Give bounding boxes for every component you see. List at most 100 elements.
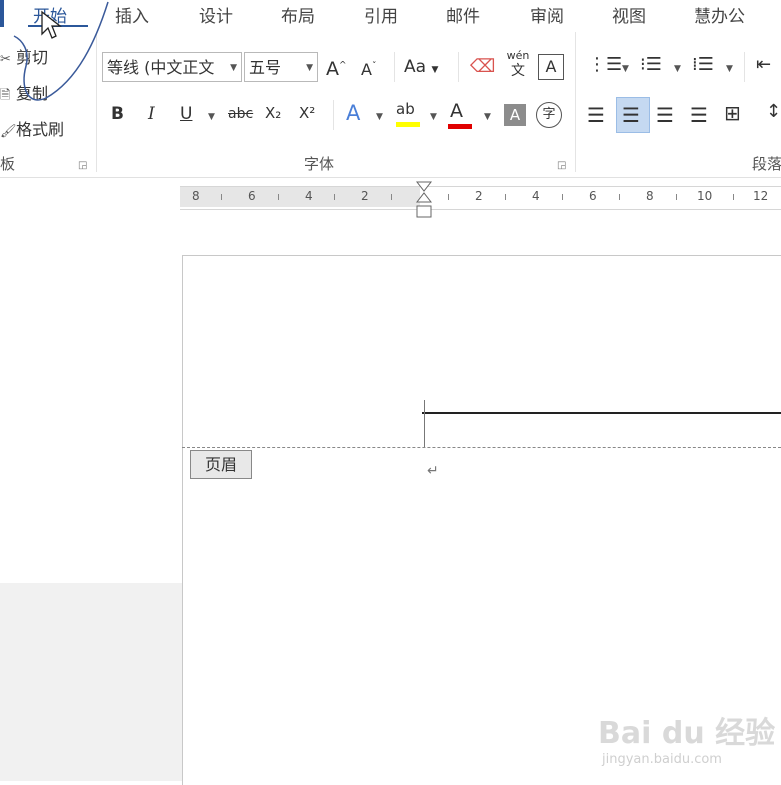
font-color-bar (448, 124, 472, 129)
numbering-button[interactable]: ⁝☰ (640, 54, 662, 75)
font-size-combo[interactable]: 五号 ▼ (244, 52, 318, 82)
chevron-down-icon[interactable]: ▼ (376, 112, 383, 122)
tab-mailings[interactable]: 邮件 (446, 2, 480, 27)
tab-review[interactable]: 审阅 (530, 2, 564, 27)
mouse-pointer-icon (41, 10, 62, 39)
ruler-tick (221, 194, 222, 200)
tab-references[interactable]: 引用 (364, 2, 398, 27)
clipboard-group-label: 板 (0, 155, 16, 173)
justify-icon: ☰ (690, 103, 708, 127)
group-separator (575, 32, 576, 172)
ruler-number: 10 (697, 189, 713, 203)
annotation-curve (13, 1, 109, 101)
change-case-icon: Aa (404, 57, 427, 77)
multilevel-list-button[interactable]: ⁞☰ (692, 54, 714, 75)
grow-font-button[interactable]: A^ (326, 58, 347, 80)
numbered-list-icon: ⁝☰ (640, 54, 662, 75)
highlighter-icon: ab (396, 100, 415, 118)
decrease-indent-button[interactable]: ⇤ (756, 54, 771, 75)
chevron-down-icon[interactable]: ▼ (430, 112, 437, 122)
text-effects-icon: A (346, 101, 361, 125)
font-group-label: 字体 (304, 155, 335, 173)
phonetic-top: wén (506, 49, 530, 62)
chevron-down-icon: ▼ (230, 63, 237, 73)
paragraph-mark: ↵ (427, 463, 439, 479)
header-bottom-border (422, 412, 781, 414)
grow-font-icon: A (326, 58, 339, 80)
ruler-tick (278, 194, 279, 200)
align-center-button[interactable]: ☰ (622, 103, 640, 127)
highlight-button[interactable]: ab (396, 100, 420, 127)
bullet-list-icon: ⋮☰ (588, 54, 623, 75)
chevron-down-icon[interactable]: ▼ (622, 64, 629, 74)
chevron-down-icon[interactable]: ▼ (484, 112, 491, 122)
bullets-button[interactable]: ⋮☰ (588, 54, 622, 75)
line-spacing-icon: ↕ (766, 101, 781, 122)
watermark-brand: Bai du 经验 (598, 716, 776, 751)
clipboard-launcher-icon[interactable]: ◲ (78, 160, 87, 171)
ruler-tick (505, 194, 506, 200)
superscript-button[interactable]: X² (299, 104, 315, 122)
indent-marker-icon[interactable] (414, 180, 434, 222)
line-spacing-button[interactable]: ↕ (766, 101, 781, 122)
align-left-button[interactable]: ☰ (587, 103, 605, 127)
ruler-number: 6 (248, 189, 256, 203)
font-launcher-icon[interactable]: ◲ (557, 160, 566, 171)
change-case-button[interactable]: Aa ▼ (404, 57, 438, 77)
character-border-icon: A (545, 57, 557, 76)
highlight-color-bar (396, 122, 420, 127)
font-color-icon: A (450, 100, 463, 122)
ruler-tick (733, 194, 734, 200)
italic-icon: I (148, 104, 155, 124)
inline-separator (458, 52, 459, 82)
subscript-button[interactable]: X₂ (265, 104, 281, 122)
ruler-tick (448, 194, 449, 200)
watermark: Bai du 经验 jingyan.baidu.com (598, 708, 778, 773)
brush-icon: 🖌 (0, 124, 17, 139)
ruler-left-margin (180, 187, 420, 207)
align-left-icon: ☰ (587, 103, 605, 127)
ruler-number: 2 (361, 189, 369, 203)
shading-icon: A (509, 106, 521, 124)
chevron-down-icon[interactable]: ▼ (674, 64, 681, 74)
phonetic-bottom: 文 (511, 63, 525, 79)
distributed-button[interactable]: ⊞ (724, 101, 741, 125)
header-tag: 页眉 (190, 450, 252, 479)
header-boundary-dashed (182, 447, 781, 448)
tab-huibangong[interactable]: 慧办公 (694, 2, 745, 27)
font-color-button[interactable]: A (448, 100, 472, 129)
character-shading-button[interactable]: A (504, 104, 526, 126)
ruler-number: 4 (305, 189, 313, 203)
italic-button[interactable]: I (148, 104, 155, 124)
inline-separator (744, 52, 745, 82)
text-effects-button[interactable]: A (346, 101, 360, 125)
tab-view[interactable]: 视图 (612, 2, 646, 27)
character-border-button[interactable]: A (538, 54, 564, 80)
ruler-tick (676, 194, 677, 200)
chevron-down-icon: ▼ (306, 63, 313, 73)
document-page[interactable] (182, 255, 781, 785)
align-right-button[interactable]: ☰ (656, 103, 674, 127)
justify-button[interactable]: ☰ (690, 103, 708, 127)
ruler-tick (562, 194, 563, 200)
ruler-number: 8 (646, 189, 654, 203)
chevron-down-icon[interactable]: ▼ (208, 112, 215, 122)
inline-separator (333, 100, 334, 130)
tab-layout[interactable]: 布局 (281, 2, 315, 27)
chevron-down-icon[interactable]: ▼ (726, 64, 733, 74)
shrink-font-icon: A (361, 60, 372, 79)
enclose-characters-button[interactable]: 字 (536, 102, 562, 128)
align-right-icon: ☰ (656, 103, 674, 127)
tab-design[interactable]: 设计 (199, 2, 233, 27)
shrink-font-button[interactable]: Aˇ (361, 60, 376, 79)
watermark-url: jingyan.baidu.com (602, 752, 722, 767)
align-center-icon: ☰ (622, 103, 640, 127)
text-cursor (424, 400, 425, 448)
paragraph-group-label: 段落 (752, 155, 781, 173)
underline-button[interactable]: U (180, 104, 192, 124)
clear-formatting-button[interactable]: ⌫ (470, 56, 495, 77)
phonetic-guide-button[interactable]: wén 文 (504, 50, 532, 80)
strikethrough-button[interactable]: abc (228, 106, 253, 122)
ruler-tick (334, 194, 335, 200)
ruler-number: 2 (475, 189, 483, 203)
